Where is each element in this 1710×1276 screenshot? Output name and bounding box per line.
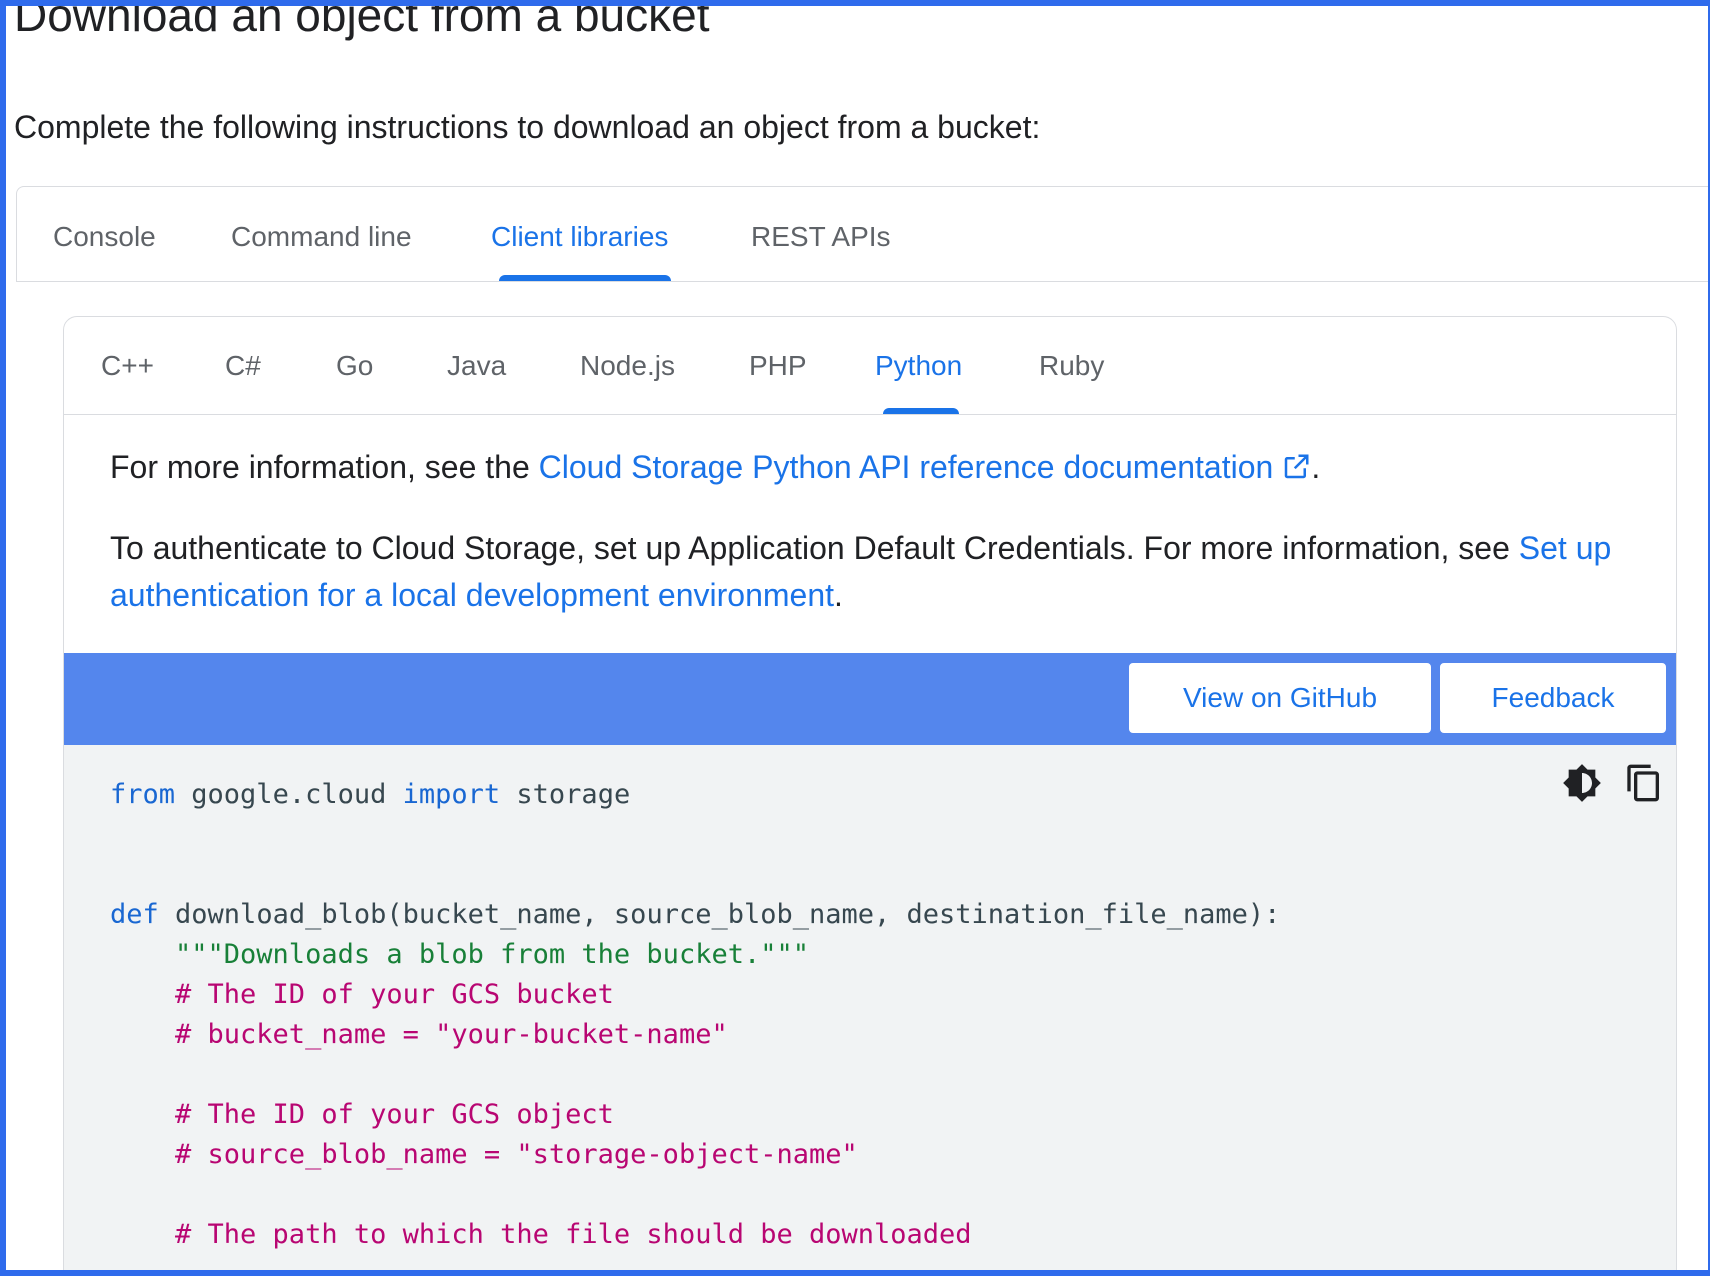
view-on-github-button[interactable]: View on GitHub — [1129, 663, 1431, 733]
external-link-icon — [1281, 448, 1311, 495]
code-block: from google.cloud import storage def down… — [64, 745, 1676, 1270]
code-line-docstring: """Downloads a blob from the bucket.""" — [110, 939, 809, 970]
language-panel: C++ C# Go Java Node.js PHP Python Ruby F… — [63, 316, 1677, 1270]
python-code: from google.cloud import storage def down… — [110, 775, 1280, 1255]
active-tab-indicator — [499, 275, 671, 281]
code-keyword: import — [402, 779, 501, 810]
tab-console[interactable]: Console — [53, 221, 156, 253]
p2-prefix: To authenticate to Cloud Storage, set up… — [110, 530, 1519, 566]
code-text: download_blob(bucket_name, source_blob_n… — [158, 899, 1281, 930]
tab-cpp[interactable]: C++ — [101, 350, 154, 382]
code-line: def download_blob(bucket_name, source_bl… — [110, 895, 1280, 935]
api-reference-paragraph: For more information, see the Cloud Stor… — [110, 444, 1630, 495]
api-reference-link[interactable]: Cloud Storage Python API reference docum… — [539, 449, 1312, 485]
code-line: from google.cloud import storage — [110, 775, 1280, 815]
tab-go[interactable]: Go — [336, 350, 373, 382]
intro-text: Complete the following instructions to d… — [14, 109, 1041, 145]
code-line-comment: # The path to which the file should be d… — [110, 1219, 972, 1250]
outer-tab-bar: Console Command line Client libraries RE… — [16, 186, 1708, 282]
authentication-paragraph: To authenticate to Cloud Storage, set up… — [110, 525, 1630, 619]
feedback-button[interactable]: Feedback — [1440, 663, 1666, 733]
tab-python[interactable]: Python — [875, 350, 962, 382]
api-reference-link-label: Cloud Storage Python API reference docum… — [538, 449, 1274, 485]
p1-prefix: For more information, see the — [110, 449, 539, 485]
code-line-comment: # The ID of your GCS bucket — [110, 979, 614, 1010]
tab-command-line[interactable]: Command line — [231, 221, 412, 253]
tab-java[interactable]: Java — [447, 350, 506, 382]
tab-nodejs[interactable]: Node.js — [580, 350, 675, 382]
p1-suffix: . — [1311, 449, 1321, 485]
tab-ruby[interactable]: Ruby — [1039, 350, 1104, 382]
code-toolbar: View on GitHub Feedback — [64, 653, 1676, 745]
tab-client-libraries[interactable]: Client libraries — [491, 221, 668, 253]
page-title: Download an object from a bucket — [14, 0, 710, 41]
page-frame: Download an object from a bucket Complet… — [0, 0, 1710, 1276]
language-tab-bar: C++ C# Go Java Node.js PHP Python Ruby — [64, 317, 1676, 415]
code-text: google.cloud — [175, 779, 403, 810]
dark-mode-toggle-icon[interactable] — [1562, 763, 1602, 808]
code-keyword: def — [110, 899, 159, 930]
copy-icon[interactable] — [1624, 763, 1664, 808]
code-line-comment: # source_blob_name = "storage-object-nam… — [110, 1139, 858, 1170]
code-line-comment: # bucket_name = "your-bucket-name" — [110, 1019, 728, 1050]
code-line-comment: # The ID of your GCS object — [110, 1099, 614, 1130]
p2-suffix: . — [834, 577, 843, 613]
tab-php[interactable]: PHP — [749, 350, 807, 382]
tab-rest-apis[interactable]: REST APIs — [751, 221, 891, 253]
tab-csharp[interactable]: C# — [225, 350, 261, 382]
code-text: storage — [500, 779, 631, 810]
active-language-indicator — [883, 408, 959, 414]
code-keyword: from — [110, 779, 176, 810]
